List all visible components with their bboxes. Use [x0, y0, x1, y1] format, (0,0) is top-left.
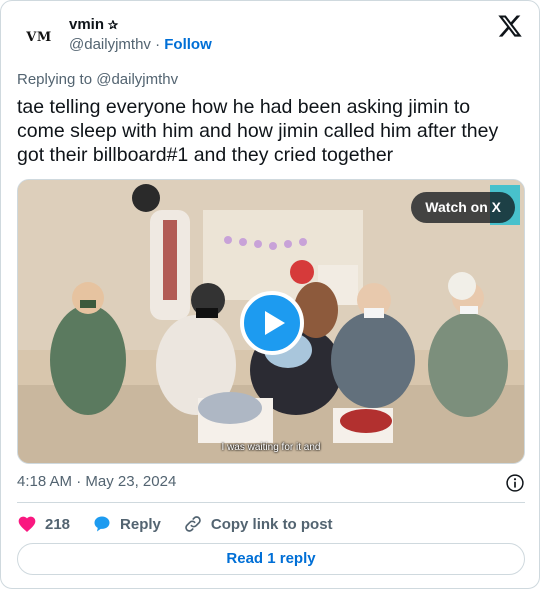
reply-label: Reply: [120, 515, 161, 533]
info-icon[interactable]: [505, 473, 525, 493]
reply-button[interactable]: Reply: [92, 514, 161, 534]
action-bar: 218 Reply Copy link to post: [17, 513, 355, 535]
play-icon: [265, 311, 285, 335]
timestamp-date[interactable]: May 23, 2024: [85, 473, 176, 490]
author-handle[interactable]: @dailyjmthv: [69, 36, 151, 53]
handle-row: @dailyjmthv · Follow: [69, 35, 212, 55]
reply-context: Replying to @dailyjmthv: [17, 71, 178, 88]
display-name[interactable]: vmin ✰: [69, 15, 212, 35]
timestamp-time[interactable]: 4:18 AM: [17, 473, 72, 490]
read-replies-button[interactable]: Read 1 reply: [17, 543, 525, 575]
timestamp-row: 4:18 AM · May 23, 2024: [17, 473, 525, 493]
tweet-header: VM vmin ✰ @dailyjmthv · Follow: [17, 13, 523, 59]
copy-link-button[interactable]: Copy link to post: [183, 514, 333, 534]
timestamp-dot: ·: [76, 473, 82, 490]
avatar[interactable]: VM: [17, 15, 61, 59]
x-logo-icon[interactable]: [497, 13, 523, 39]
video-thumbnail[interactable]: Watch on X I was waiting for it and: [17, 179, 525, 464]
like-count: 218: [45, 515, 71, 533]
author-names: vmin ✰ @dailyjmthv · Follow: [69, 15, 212, 55]
play-button[interactable]: [240, 291, 304, 355]
copy-link-label: Copy link to post: [210, 515, 333, 533]
display-name-text[interactable]: vmin: [69, 15, 104, 35]
timestamp[interactable]: 4:18 AM · May 23, 2024: [17, 473, 176, 490]
tweet-card: VM vmin ✰ @dailyjmthv · Follow Replying …: [0, 0, 540, 589]
reply-prefix: Replying to: [17, 71, 93, 88]
star-emoji: ✰: [108, 18, 119, 32]
tweet-text: tae telling everyone how he had been ask…: [17, 96, 499, 166]
reply-handle[interactable]: @dailyjmthv: [96, 71, 178, 88]
divider: [17, 502, 525, 503]
video-subtitle: I was waiting for it and: [221, 442, 321, 453]
reply-bubble-icon: [94, 516, 110, 532]
heart-icon: [18, 516, 36, 532]
watch-on-x-button[interactable]: Watch on X: [411, 192, 515, 223]
separator-dot: ·: [155, 36, 161, 53]
like-button[interactable]: 218: [17, 514, 70, 534]
link-icon: [185, 516, 201, 532]
follow-button[interactable]: Follow: [164, 36, 212, 53]
